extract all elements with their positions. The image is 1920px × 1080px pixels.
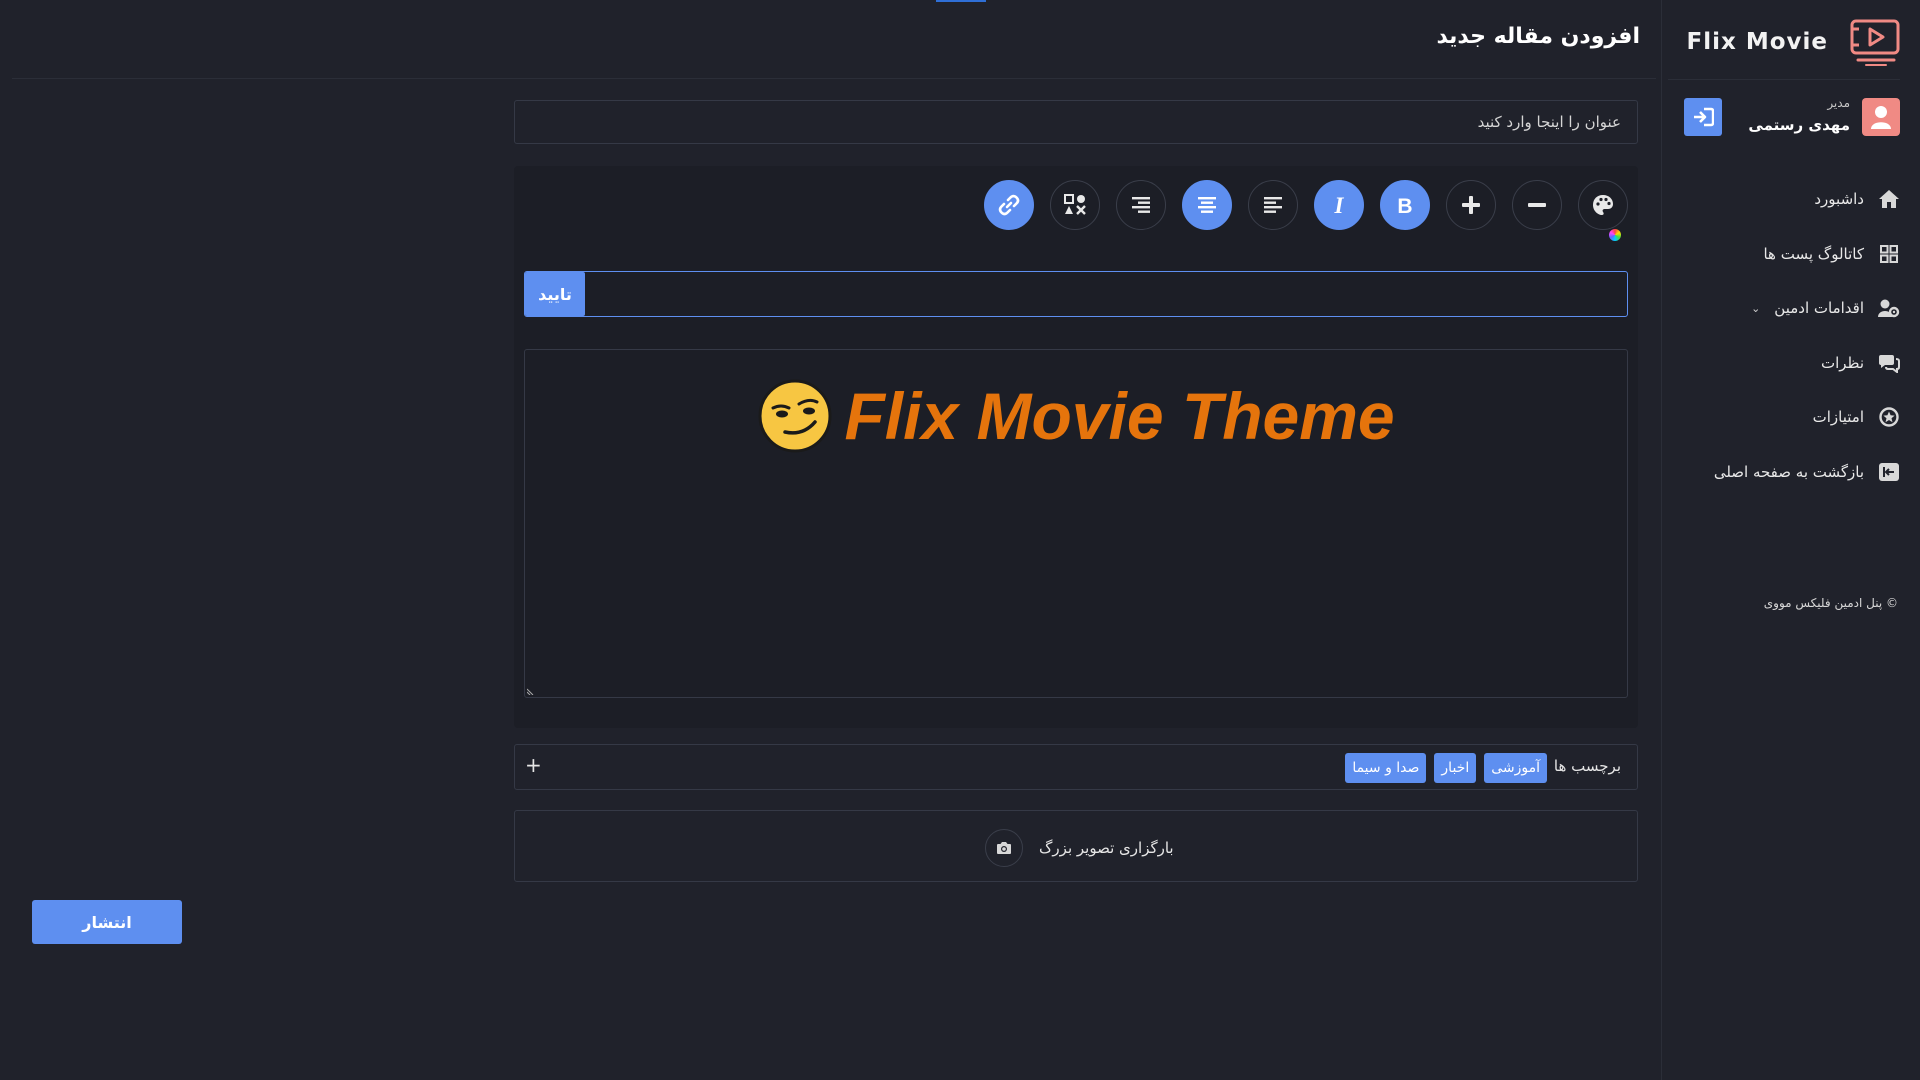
link-url-field[interactable]: تایید (524, 271, 1628, 317)
link-icon (998, 194, 1020, 216)
page-title: افزودن مقاله جدید (1436, 24, 1640, 49)
tags-label: برچسب ها (1553, 757, 1621, 775)
text-editor: B I تایید Flix Movie Theme (514, 166, 1638, 728)
tag-chip[interactable]: اخبار (1434, 753, 1477, 783)
back-home-icon (1878, 461, 1900, 483)
upload-label: بارگزاری تصویر بزرگ (1039, 839, 1174, 857)
upload-content: بارگزاری تصویر بزرگ (985, 829, 1174, 867)
user-icon (1871, 106, 1891, 129)
home-icon (1878, 188, 1900, 210)
add-tag-button[interactable]: + (525, 753, 542, 777)
video-play-icon (1850, 19, 1900, 66)
tags-field: برچسب ها آموزشی اخبار صدا و سیما + (514, 744, 1638, 790)
user-name: مهدی رستمی (1748, 116, 1850, 134)
svg-text:B: B (1397, 195, 1412, 216)
insert-media-button[interactable] (1050, 180, 1100, 230)
title-input[interactable] (514, 100, 1638, 144)
sidebar-item-label: بازگشت به صفحه اصلی (1713, 462, 1864, 481)
tag-chip[interactable]: صدا و سیما (1345, 753, 1427, 783)
italic-button[interactable]: I (1314, 180, 1364, 230)
sidebar-item-catalog[interactable]: کاتالوگ پست ها (1668, 241, 1900, 267)
minus-icon (1528, 203, 1546, 207)
resize-handle-icon[interactable] (527, 687, 535, 695)
chevron-down-icon: ⌄ (1751, 301, 1761, 315)
align-center-button[interactable] (1182, 180, 1232, 230)
svg-text:I: I (1334, 194, 1345, 216)
editor-content-area[interactable]: Flix Movie Theme (524, 349, 1628, 698)
logout-icon (1694, 107, 1714, 127)
admin-gear-icon (1878, 297, 1900, 319)
comments-icon (1878, 352, 1900, 374)
editor-heading-text: Flix Movie Theme (844, 379, 1395, 453)
brand[interactable]: Flix Movie (1687, 18, 1901, 66)
star-icon (1878, 406, 1900, 428)
publish-button[interactable]: انتشار (32, 900, 182, 944)
sidebar-divider (1668, 79, 1900, 80)
color-wheel-icon (1609, 229, 1621, 241)
sidebar-item-admin-actions[interactable]: اقدامات ادمین ⌄ (1668, 295, 1900, 321)
sidebar: Flix Movie مدیر مهدی رستمی داشبورد کاتال… (1661, 0, 1920, 1080)
logout-button[interactable] (1684, 98, 1722, 136)
palette-icon (1593, 195, 1613, 215)
sidebar-item-dashboard[interactable]: داشبورد (1668, 186, 1900, 212)
smirking-face-icon (758, 379, 832, 453)
upload-image-field[interactable]: بارگزاری تصویر بزرگ (514, 810, 1638, 882)
align-right-icon (1132, 197, 1150, 213)
shapes-icon (1064, 194, 1086, 215)
align-left-button[interactable] (1248, 180, 1298, 230)
sidebar-item-comments[interactable]: نظرات (1668, 350, 1900, 376)
tag-chip[interactable]: آموزشی (1484, 753, 1547, 783)
camera-icon[interactable] (985, 829, 1023, 867)
grid-icon (1878, 243, 1900, 265)
decrease-font-button[interactable] (1512, 180, 1562, 230)
italic-icon: I (1334, 194, 1345, 216)
confirm-button[interactable]: تایید (525, 272, 585, 316)
align-right-button[interactable] (1116, 180, 1166, 230)
top-progress-indicator (936, 0, 986, 2)
sidebar-nav: داشبورد کاتالوگ پست ها اقدامات ادمین ⌄ ن… (1668, 186, 1900, 513)
sidebar-item-ratings[interactable]: امتیازات (1668, 404, 1900, 430)
user-card: مدیر مهدی رستمی (1684, 96, 1900, 138)
plus-icon (1462, 196, 1480, 214)
sidebar-item-label: داشبورد (1814, 190, 1864, 208)
avatar[interactable] (1862, 98, 1900, 136)
editor-toolbar: B I (984, 180, 1628, 241)
user-role: مدیر (1827, 96, 1850, 110)
brand-name: Flix Movie (1686, 29, 1828, 55)
insert-link-button[interactable] (984, 180, 1034, 230)
sidebar-item-label: کاتالوگ پست ها (1763, 244, 1864, 263)
bold-icon: B (1397, 195, 1412, 216)
tag-list: آموزشی اخبار صدا و سیما (1345, 753, 1547, 783)
header-divider (12, 78, 1656, 79)
align-center-icon (1198, 197, 1216, 213)
sidebar-item-back-home[interactable]: بازگشت به صفحه اصلی (1668, 459, 1900, 485)
sidebar-item-label: اقدامات ادمین (1774, 299, 1864, 317)
text-color-button[interactable] (1578, 180, 1628, 241)
footer-copyright: © پنل ادمین فلیکس مووی (1763, 596, 1898, 610)
editor-heading: Flix Movie Theme (525, 378, 1627, 454)
sidebar-item-label: نظرات (1820, 353, 1864, 372)
increase-font-button[interactable] (1446, 180, 1496, 230)
align-left-icon (1264, 197, 1282, 213)
sidebar-item-label: امتیازات (1812, 408, 1864, 426)
bold-button[interactable]: B (1380, 180, 1430, 230)
